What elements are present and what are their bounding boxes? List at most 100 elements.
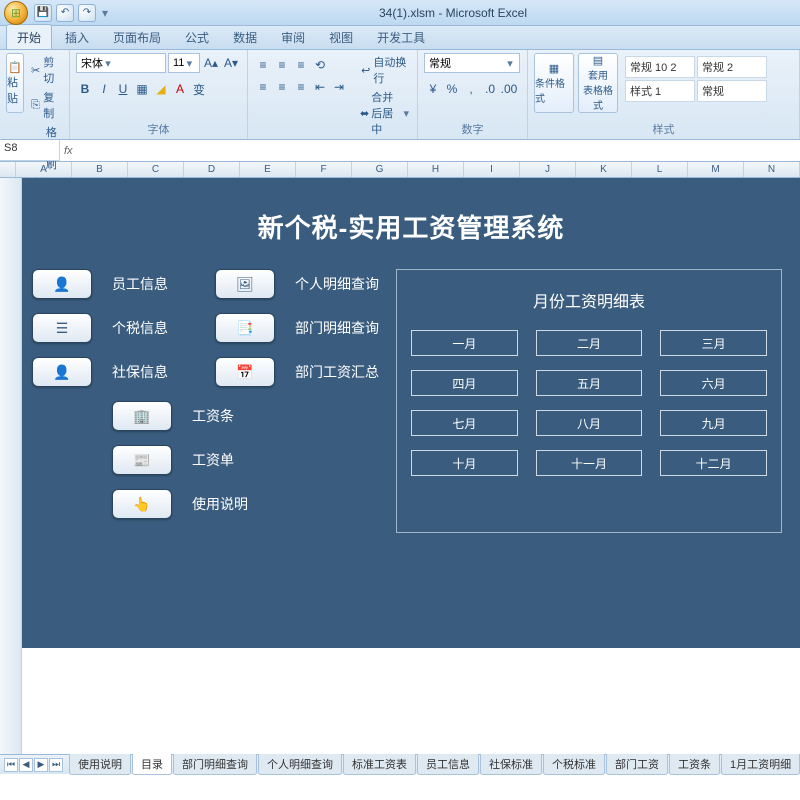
wrap-text-button[interactable]: ↩自动换行: [358, 53, 411, 87]
month-jan-button[interactable]: 一月: [411, 330, 518, 356]
sheet-tab[interactable]: 目录: [132, 754, 172, 775]
qat-dropdown-icon[interactable]: ▾: [100, 6, 110, 20]
sheet-tab[interactable]: 标准工资表: [343, 754, 416, 775]
save-icon[interactable]: 💾: [34, 4, 52, 22]
col-header[interactable]: C: [128, 162, 184, 177]
dept-detail-button[interactable]: 📑: [215, 313, 275, 343]
col-header[interactable]: J: [520, 162, 576, 177]
tab-insert[interactable]: 插入: [54, 24, 100, 49]
dec-decimal-icon[interactable]: .00: [500, 80, 518, 98]
personal-detail-button[interactable]: 🖼: [215, 269, 275, 299]
col-header[interactable]: G: [352, 162, 408, 177]
tab-review[interactable]: 审阅: [270, 24, 316, 49]
grow-font-icon[interactable]: A▴: [202, 54, 220, 72]
tab-developer[interactable]: 开发工具: [366, 24, 436, 49]
payroll-button[interactable]: 📰: [112, 445, 172, 475]
sheet-tab[interactable]: 工资条: [669, 754, 720, 775]
prev-sheet-icon[interactable]: ◀: [19, 758, 33, 772]
month-feb-button[interactable]: 二月: [536, 330, 643, 356]
instructions-button[interactable]: 👆: [112, 489, 172, 519]
conditional-format-button[interactable]: ▦条件格式: [534, 53, 574, 113]
last-sheet-icon[interactable]: ⏭: [49, 758, 63, 772]
style-cell[interactable]: 常规 2: [697, 56, 767, 78]
underline-button[interactable]: U: [114, 80, 132, 98]
month-jun-button[interactable]: 六月: [660, 370, 767, 396]
style-cell[interactable]: 样式 1: [625, 80, 695, 102]
month-jul-button[interactable]: 七月: [411, 410, 518, 436]
col-header[interactable]: I: [464, 162, 520, 177]
paste-button[interactable]: 📋粘贴: [6, 53, 24, 113]
tab-view[interactable]: 视图: [318, 24, 364, 49]
cut-button[interactable]: ✂剪切: [28, 53, 63, 87]
select-all-corner[interactable]: [0, 162, 16, 177]
month-sep-button[interactable]: 九月: [660, 410, 767, 436]
font-size-select[interactable]: 11▾: [168, 53, 200, 73]
month-apr-button[interactable]: 四月: [411, 370, 518, 396]
align-top-icon[interactable]: ≡: [254, 56, 272, 74]
month-nov-button[interactable]: 十一月: [536, 450, 643, 476]
align-center-icon[interactable]: ≡: [273, 78, 291, 96]
tax-info-button[interactable]: ☰: [32, 313, 92, 343]
first-sheet-icon[interactable]: ⏮: [4, 758, 18, 772]
col-header[interactable]: K: [576, 162, 632, 177]
fx-icon[interactable]: fx: [64, 145, 73, 157]
tab-home[interactable]: 开始: [6, 24, 52, 49]
employee-info-button[interactable]: 👤: [32, 269, 92, 299]
undo-icon[interactable]: ↶: [56, 4, 74, 22]
col-header[interactable]: L: [632, 162, 688, 177]
formula-bar[interactable]: fx: [60, 140, 800, 161]
month-dec-button[interactable]: 十二月: [660, 450, 767, 476]
align-middle-icon[interactable]: ≡: [273, 56, 291, 74]
italic-button[interactable]: I: [95, 80, 113, 98]
redo-icon[interactable]: ↷: [78, 4, 96, 22]
comma-icon[interactable]: ,: [462, 80, 480, 98]
indent-inc-icon[interactable]: ⇥: [330, 78, 348, 96]
font-name-select[interactable]: 宋体▾: [76, 53, 166, 73]
social-insurance-button[interactable]: 👤: [32, 357, 92, 387]
sheet-tab[interactable]: 1月工资明细: [721, 754, 800, 775]
row-headers[interactable]: [0, 178, 22, 774]
sheet-tab[interactable]: 个税标准: [543, 754, 605, 775]
office-orb[interactable]: [4, 1, 28, 25]
col-header[interactable]: E: [240, 162, 296, 177]
payslip-button[interactable]: 🏢: [112, 401, 172, 431]
percent-icon[interactable]: %: [443, 80, 461, 98]
shrink-font-icon[interactable]: A▾: [222, 54, 240, 72]
dept-salary-button[interactable]: 📅: [215, 357, 275, 387]
month-oct-button[interactable]: 十月: [411, 450, 518, 476]
col-header[interactable]: M: [688, 162, 744, 177]
sheet-tab[interactable]: 员工信息: [417, 754, 479, 775]
merge-center-button[interactable]: ⬌合并后居中▾: [358, 88, 411, 138]
month-mar-button[interactable]: 三月: [660, 330, 767, 356]
format-as-table-button[interactable]: ▤套用 表格格式: [578, 53, 618, 113]
tab-layout[interactable]: 页面布局: [102, 24, 172, 49]
sheet-tab[interactable]: 部门明细查询: [173, 754, 257, 775]
style-cell[interactable]: 常规: [697, 80, 767, 102]
phonetic-button[interactable]: 变: [190, 80, 208, 98]
sheet-tab[interactable]: 部门工资: [606, 754, 668, 775]
number-format-select[interactable]: 常规▾: [424, 53, 520, 73]
col-header[interactable]: A: [16, 162, 72, 177]
font-color-button[interactable]: A: [171, 80, 189, 98]
align-bottom-icon[interactable]: ≡: [292, 56, 310, 74]
orientation-icon[interactable]: ⟲: [311, 56, 329, 74]
style-cell[interactable]: 常规 10 2: [625, 56, 695, 78]
month-may-button[interactable]: 五月: [536, 370, 643, 396]
fill-color-button[interactable]: ◢: [152, 80, 170, 98]
sheet-tab[interactable]: 个人明细查询: [258, 754, 342, 775]
currency-icon[interactable]: ¥: [424, 80, 442, 98]
sheet-tab[interactable]: 社保标准: [480, 754, 542, 775]
bold-button[interactable]: B: [76, 80, 94, 98]
col-header[interactable]: B: [72, 162, 128, 177]
sheet-tab[interactable]: 使用说明: [69, 754, 131, 775]
worksheet-area[interactable]: 新个税-实用工资管理系统 👤员工信息 🖼个人明细查询 ☰个税信息 📑部门明细查询…: [0, 178, 800, 774]
align-right-icon[interactable]: ≡: [292, 78, 310, 96]
indent-dec-icon[interactable]: ⇤: [311, 78, 329, 96]
col-header[interactable]: D: [184, 162, 240, 177]
col-header[interactable]: N: [744, 162, 800, 177]
col-header[interactable]: H: [408, 162, 464, 177]
align-left-icon[interactable]: ≡: [254, 78, 272, 96]
month-aug-button[interactable]: 八月: [536, 410, 643, 436]
name-box[interactable]: S8: [0, 140, 60, 161]
col-header[interactable]: F: [296, 162, 352, 177]
